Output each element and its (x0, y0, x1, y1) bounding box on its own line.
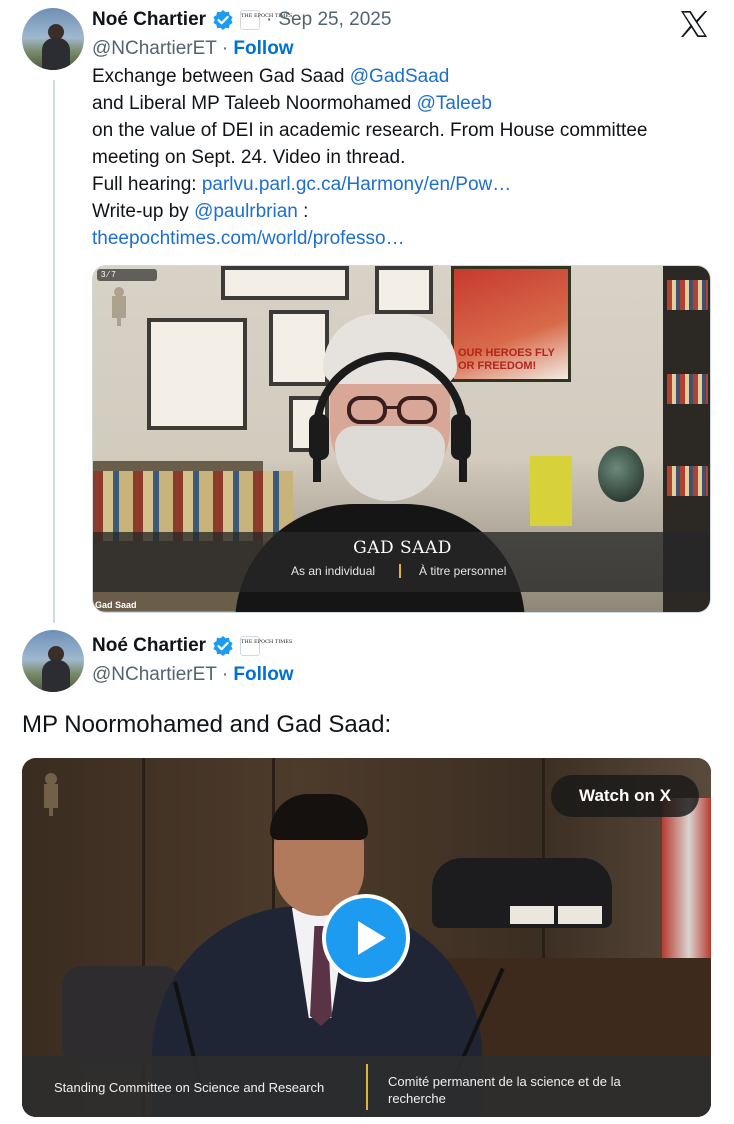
verified-badge-icon (213, 10, 233, 30)
tweet1-handle-row: @NChartierET · Follow (92, 38, 294, 60)
hearing-link[interactable]: parlvu.parl.gc.ca/Harmony/en/Pow… (202, 174, 511, 195)
follow-button[interactable]: Follow (233, 38, 293, 59)
parliament-crest-icon (44, 773, 58, 816)
tweet-text-line: Full hearing: parlvu.parl.gc.ca/Harmony/… (92, 171, 712, 198)
tweet-text: Write-up by (92, 201, 195, 222)
yellow-book (530, 456, 572, 526)
watch-on-x-button[interactable]: Watch on X (551, 775, 699, 817)
tweet2-handle-row: @NChartierET · Follow (92, 664, 294, 686)
speaker-name: GAD SAAD (353, 538, 452, 558)
tweet2-body: MP Noormohamed and Gad Saad: (22, 711, 392, 738)
tweet-text: Exchange between Gad Saad (92, 66, 350, 87)
tweet2-author-row: Noé Chartier THE EPOCH TIMES (92, 635, 292, 657)
wall-frame (221, 266, 349, 300)
org-affiliation-badge[interactable]: THE EPOCH TIMES (240, 636, 292, 656)
tweet1-author-row: Noé Chartier THE EPOCH TIMES · Sep 25, 2… (92, 9, 391, 31)
desk-nameplate (510, 906, 554, 924)
x-logo-icon[interactable] (678, 8, 710, 40)
author-avatar[interactable] (22, 8, 84, 70)
separator-dot: · (221, 38, 229, 59)
tweet-text-line: meeting on Sept. 24. Video in thread. (92, 147, 406, 168)
mention-link[interactable]: @GadSaad (350, 66, 450, 87)
tweet-text: and Liberal MP Taleeb Noormohamed (92, 93, 417, 114)
desk-nameplate (558, 906, 602, 924)
author-handle[interactable]: @NChartierET (92, 38, 217, 59)
tweet-text-line: and Liberal MP Taleeb Noormohamed @Talee… (92, 90, 712, 117)
parliament-crest-icon (112, 287, 126, 326)
tweet-text-line: Exchange between Gad Saad @GadSaad (92, 63, 712, 90)
speaker-lower-third: GAD SAAD As an individual À titre person… (93, 532, 710, 592)
mention-link[interactable]: @paulrbrian (194, 201, 298, 222)
participant-label: Gad Saad (95, 600, 137, 610)
speaker-role-fr: À titre personnel (419, 564, 507, 578)
article-link[interactable]: theepochtimes.com/world/professo… (92, 228, 405, 249)
committee-name-en: Standing Committee on Science and Resear… (54, 1080, 325, 1095)
wall-frame (147, 318, 247, 430)
author-name[interactable]: Noé Chartier (92, 9, 206, 31)
tweet-text-line: on the value of DEI in academic research… (92, 120, 648, 141)
author-avatar[interactable] (22, 630, 84, 692)
separator-dot: · (221, 664, 229, 685)
verified-badge-icon (213, 636, 233, 656)
camera-indicator: 3 ⁄ 7 (97, 269, 157, 281)
speaker-role-en: As an individual (291, 564, 376, 578)
thread-connector-line (53, 80, 55, 623)
committee-name-fr: Comité permanent de la science et de la … (388, 1074, 621, 1106)
separator-dot: · (266, 9, 273, 30)
tweet-text-line: Write-up by @paulrbrian : (92, 198, 712, 225)
follow-button[interactable]: Follow (233, 664, 293, 685)
org-affiliation-badge[interactable]: THE EPOCH TIMES (240, 10, 292, 30)
tweet-date[interactable]: Sep 25, 2025 (278, 9, 391, 31)
lower-third-divider (399, 564, 401, 578)
tweet-text: Full hearing: (92, 174, 202, 195)
author-handle[interactable]: @NChartierET (92, 664, 217, 685)
wall-frame (375, 266, 433, 314)
tweet-text: : (297, 201, 309, 222)
play-icon (358, 921, 386, 955)
committee-lower-third: Standing Committee on Science and Resear… (22, 1056, 711, 1117)
tweet-text-line: theepochtimes.com/world/professo… (92, 225, 712, 252)
tweet2-video-player[interactable]: Watch on X Standing Committee on Science… (22, 758, 711, 1117)
tweet1-body: Exchange between Gad Saad @GadSaad and L… (92, 63, 712, 252)
lower-third-divider (366, 1064, 368, 1110)
trophy (598, 446, 644, 502)
author-name[interactable]: Noé Chartier (92, 635, 206, 657)
play-button[interactable] (322, 894, 410, 982)
tweet1-video-thumbnail[interactable]: OUR HEROES FLY OR FREEDOM! 3 ⁄ 7 GAD SAA… (92, 265, 711, 613)
mention-link[interactable]: @Taleeb (417, 93, 492, 114)
